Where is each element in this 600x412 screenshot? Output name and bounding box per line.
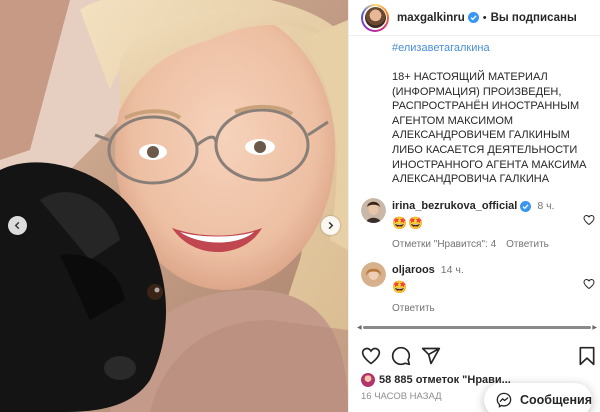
post-actions-bar (361, 344, 597, 368)
comment-reply-button[interactable]: Ответить (506, 239, 549, 250)
author-avatar[interactable] (361, 3, 389, 32)
comment-likes-count[interactable]: Отметки "Нравится": 4 (392, 239, 496, 250)
carousel-prev-button[interactable] (8, 216, 27, 235)
post-timestamp: 16 ЧАСОВ НАЗАД (361, 391, 442, 402)
comment-item: oljaroos 14 ч. 🤩 Ответить (361, 262, 597, 314)
comment-item: irina_bezrukova_official 8 ч. 🤩🤩 Отметки… (361, 198, 597, 250)
comment-time: 8 ч. (537, 200, 555, 212)
comment-avatar[interactable] (361, 262, 386, 287)
post-header: maxgalkinru • Вы подписаны (349, 0, 600, 36)
comment-reply-button[interactable]: Ответить (392, 303, 435, 314)
comment-text: 🤩🤩 (392, 216, 424, 230)
horizontal-scrollbar[interactable]: ◀ ▶ (357, 324, 597, 331)
scrollbar-thumb[interactable] (363, 326, 591, 329)
follow-state-button[interactable]: Вы подписаны (491, 12, 577, 24)
messages-label: Сообщения (519, 393, 592, 407)
share-icon[interactable] (421, 346, 441, 366)
comment-time: 14 ч. (440, 264, 464, 276)
verified-badge-icon (467, 12, 479, 23)
messages-button[interactable]: Сообщения (484, 383, 592, 412)
comment-avatar[interactable] (361, 198, 386, 223)
carousel-next-button[interactable] (321, 216, 340, 235)
comment-username[interactable]: oljaroos (392, 264, 435, 276)
comment-text: 🤩 (392, 280, 408, 294)
liker-avatar (361, 373, 375, 387)
caption-hashtag[interactable]: #елизаветагалкина (392, 42, 597, 54)
comment-like-heart-icon[interactable] (583, 214, 595, 226)
header-separator: • (482, 11, 487, 24)
post-photo (0, 0, 348, 412)
post-caption: #елизаветагалкина 18+ НАСТОЯЩИЙ МАТЕРИАЛ… (392, 42, 597, 187)
author-username[interactable]: maxgalkinru (397, 12, 465, 24)
chevron-left-icon (14, 221, 20, 230)
scroll-left-arrow-icon[interactable]: ◀ (357, 324, 362, 331)
chevron-right-icon (328, 221, 334, 230)
heart-icon[interactable] (361, 346, 381, 366)
comment-like-heart-icon[interactable] (583, 278, 595, 290)
post-side-panel: maxgalkinru • Вы подписаны #елизаветагал… (348, 0, 600, 412)
bookmark-icon[interactable] (577, 346, 597, 366)
likes-text[interactable]: 58 885 отметок "Нрави... (379, 374, 511, 386)
messenger-icon (496, 392, 512, 408)
scroll-right-arrow-icon[interactable]: ▶ (592, 324, 597, 331)
likes-count[interactable]: 58 885 отметок "Нрави... (361, 373, 511, 387)
comment-username[interactable]: irina_bezrukova_official (392, 200, 517, 212)
caption-text: 18+ НАСТОЯЩИЙ МАТЕРИАЛ (ИНФОРМАЦИЯ) ПРОИ… (392, 71, 587, 186)
comment-icon[interactable] (391, 346, 411, 366)
verified-badge-icon (520, 200, 532, 212)
